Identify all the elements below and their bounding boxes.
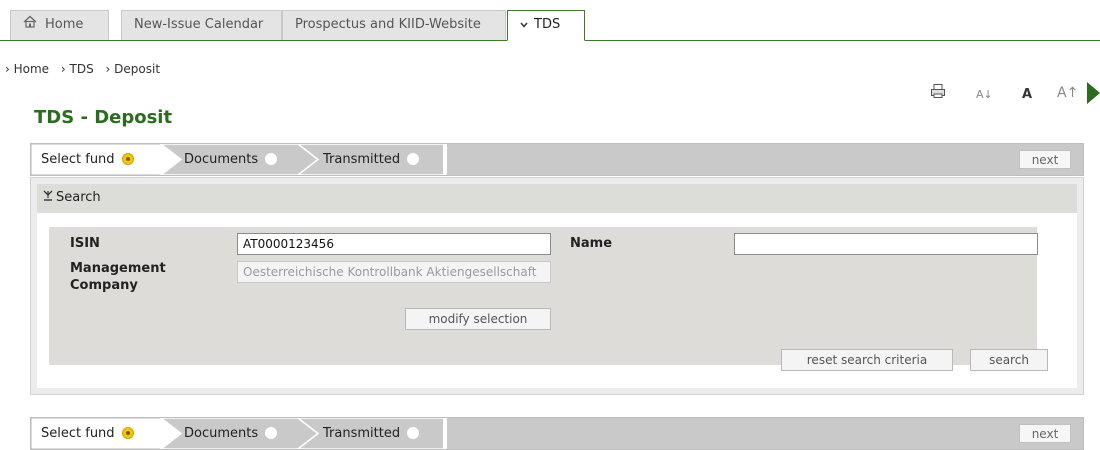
collapse-icon xyxy=(43,190,53,205)
step-transmitted[interactable]: Transmitted xyxy=(323,418,420,449)
breadcrumb-item-tds[interactable]: › TDS xyxy=(61,62,94,76)
modify-selection-button[interactable]: modify selection xyxy=(405,308,551,330)
panel-toggle-flag[interactable] xyxy=(1087,82,1100,104)
tab-prospectus-kiid-label: Prospectus and KIID-Website xyxy=(295,17,481,32)
page-title: TDS - Deposit xyxy=(34,107,173,128)
font-larger-button[interactable]: A↑ xyxy=(1057,85,1078,101)
step-transmitted[interactable]: Transmitted xyxy=(323,144,420,175)
step-inactive-indicator-icon xyxy=(407,153,420,165)
search-panel: Search ISIN AT0000123456 Name Management… xyxy=(30,177,1084,395)
step-inactive-indicator-icon xyxy=(265,427,278,439)
step-bar-top: Select fund Documents Transmitted next xyxy=(30,143,1084,176)
breadcrumb: › Home › TDS › Deposit xyxy=(5,62,168,76)
print-icon[interactable] xyxy=(930,83,946,103)
reset-search-criteria-button[interactable]: reset search criteria xyxy=(781,349,953,371)
step-select-fund[interactable]: Select fund xyxy=(41,144,134,175)
tab-new-issue-calendar[interactable]: New-Issue Calendar xyxy=(121,10,282,40)
breadcrumb-item-deposit[interactable]: › Deposit xyxy=(106,62,161,76)
step-active-indicator-icon xyxy=(121,427,134,439)
step-select-fund[interactable]: Select fund xyxy=(41,418,134,449)
search-panel-title: Search xyxy=(56,190,101,205)
isin-input[interactable]: AT0000123456 xyxy=(237,233,551,255)
tab-prospectus-kiid[interactable]: Prospectus and KIID-Website xyxy=(282,10,506,40)
name-input[interactable] xyxy=(734,233,1038,255)
font-normal-button[interactable]: A xyxy=(1022,87,1032,102)
step-active-indicator-icon xyxy=(121,153,134,165)
management-company-input: Oesterreichische Kontrollbank Aktiengese… xyxy=(237,261,551,283)
isin-label: ISIN xyxy=(70,236,100,251)
search-panel-body: Search ISIN AT0000123456 Name Management… xyxy=(37,184,1077,388)
step-bar-bottom: Select fund Documents Transmitted next xyxy=(30,417,1084,450)
tab-tds[interactable]: TDS xyxy=(507,10,585,41)
font-smaller-button[interactable]: A↓ xyxy=(976,88,993,101)
next-button[interactable]: next xyxy=(1019,150,1071,169)
next-button[interactable]: next xyxy=(1019,424,1071,443)
step-documents[interactable]: Documents xyxy=(184,144,278,175)
home-icon xyxy=(23,11,37,39)
name-label: Name xyxy=(570,236,613,251)
tab-tds-label: TDS xyxy=(534,17,561,32)
breadcrumb-item-home[interactable]: › Home xyxy=(5,62,49,76)
tab-home[interactable]: Home xyxy=(10,10,109,40)
tab-new-issue-calendar-label: New-Issue Calendar xyxy=(134,17,264,32)
tab-home-label: Home xyxy=(45,17,84,32)
chevron-down-icon xyxy=(520,11,528,39)
step-documents[interactable]: Documents xyxy=(184,418,278,449)
management-company-label: Management Company xyxy=(70,261,166,293)
step-inactive-indicator-icon xyxy=(407,427,420,439)
search-panel-header[interactable]: Search xyxy=(37,184,1077,213)
step-inactive-indicator-icon xyxy=(265,153,278,165)
search-button[interactable]: search xyxy=(970,349,1048,371)
search-form: ISIN AT0000123456 Name Management Compan… xyxy=(49,227,1038,365)
